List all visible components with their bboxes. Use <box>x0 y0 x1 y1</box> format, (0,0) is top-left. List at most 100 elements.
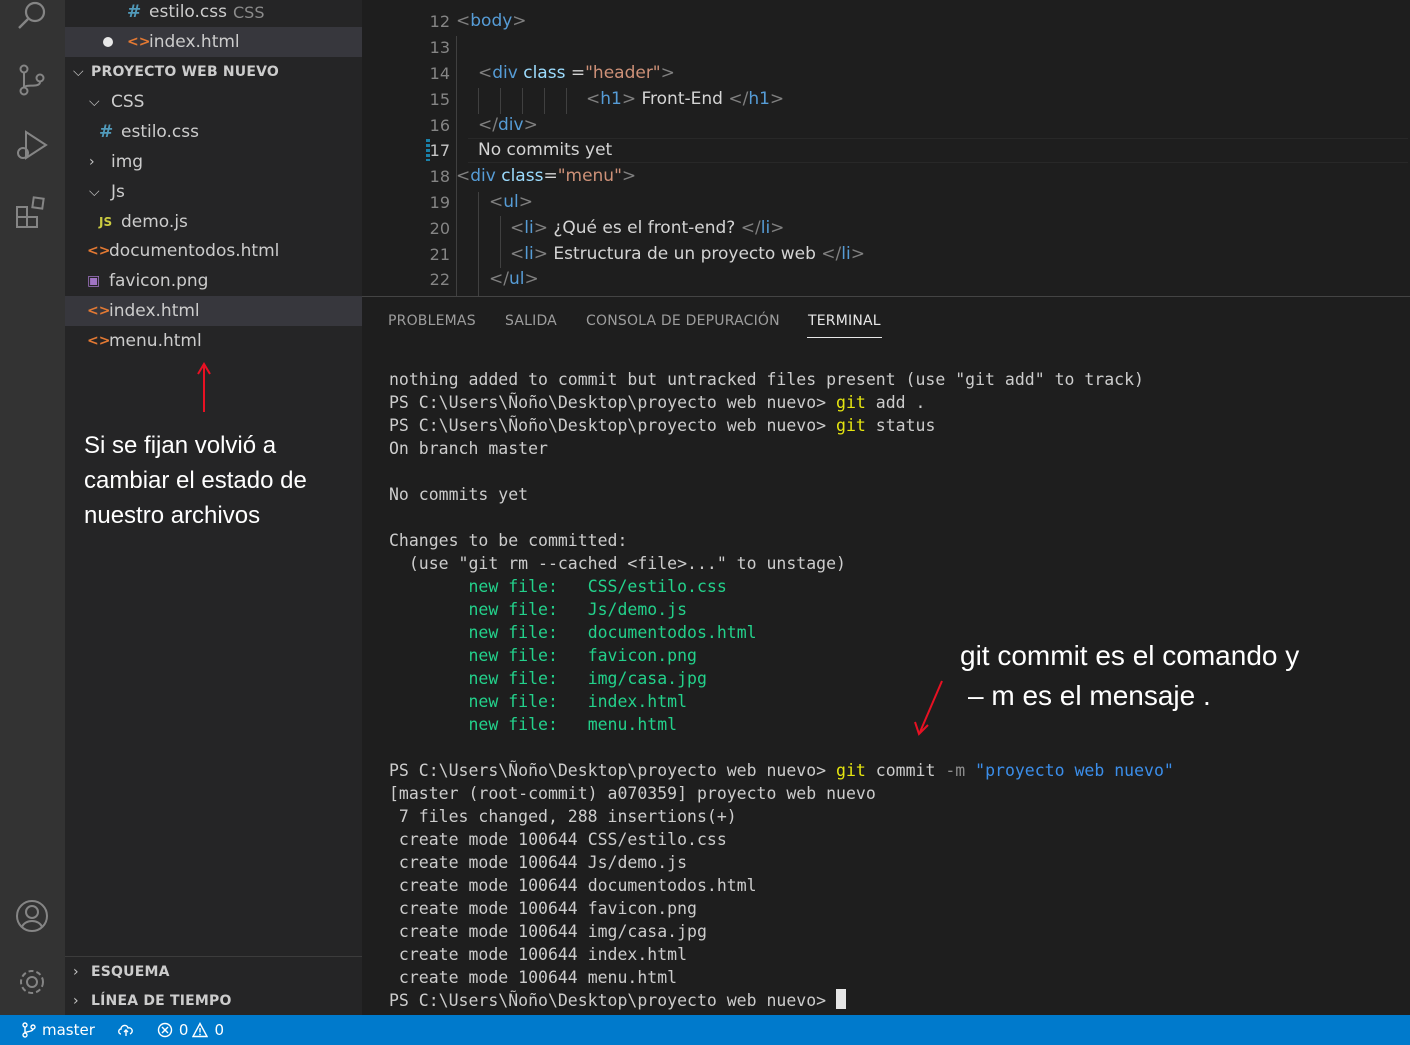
line-number: 15 <box>429 90 450 109</box>
extensions-icon[interactable] <box>14 194 50 230</box>
account-icon[interactable] <box>14 898 50 934</box>
file-demo-js[interactable]: JS demo.js <box>65 207 362 237</box>
code-token: "menu" <box>557 166 622 186</box>
open-editor-index-html[interactable]: <> index.html <box>65 27 362 57</box>
code-line: <h1> Front-End </h1> <box>586 89 785 109</box>
code-line: <ul> <box>489 192 533 212</box>
html-file-icon: <> <box>87 303 111 319</box>
terminal-line: new file: index.html <box>389 692 688 711</box>
code-line: <body> <box>456 11 527 31</box>
tree-item-label: estilo.css <box>121 122 199 142</box>
tree-item-label: CSS <box>111 92 145 112</box>
line-number: 13 <box>429 38 450 57</box>
code-token: ¿Qué es el front-end? <box>547 218 741 238</box>
tree-item-label: demo.js <box>121 212 188 232</box>
file-estilo-css[interactable]: # estilo.css <box>65 117 362 147</box>
terminal-prompt[interactable]: PS C:\Users\Ñoño\Desktop\proyecto web nu… <box>389 989 847 1012</box>
line-number: 18 <box>429 167 450 186</box>
tree-item-label: menu.html <box>109 331 202 351</box>
file-favicon-png[interactable]: ▣ favicon.png <box>65 266 362 296</box>
terminal-line: PS C:\Users\Ñoño\Desktop\proyecto web nu… <box>389 416 936 435</box>
indent-guide <box>522 88 523 114</box>
tree-item-label: documentodos.html <box>109 241 280 261</box>
terminal-line: On branch master <box>389 439 548 458</box>
code-token: Front-End <box>636 89 729 109</box>
indent-guide <box>478 88 479 114</box>
css-file-icon: # <box>127 2 142 22</box>
terminal-line: [master (root-commit) a070359] proyecto … <box>389 784 876 803</box>
terminal-line: create mode 100644 favicon.png <box>389 899 697 918</box>
outline-section-header[interactable]: › ESQUEMA <box>65 957 362 987</box>
line-number: 20 <box>429 219 450 238</box>
tree-item-label: Js <box>111 182 125 202</box>
project-title: PROYECTO WEB NUEVO <box>91 64 280 80</box>
folder-img[interactable]: › img <box>65 147 362 177</box>
terminal-line: No commits yet <box>389 485 529 504</box>
html-file-icon: <> <box>87 333 111 349</box>
branch-name: master <box>42 1021 95 1039</box>
problems-indicator[interactable]: 0 0 <box>157 1021 224 1039</box>
chevron-down-icon: ⌵ <box>73 64 84 80</box>
tree-item-label: img <box>111 152 144 172</box>
tab-terminal[interactable]: TERMINAL <box>808 313 881 329</box>
gear-icon[interactable] <box>14 964 50 1000</box>
file-documentodos-html[interactable]: <> documentodos.html <box>65 236 362 266</box>
tab-consola-depuracion[interactable]: CONSOLA DE DEPURACIÓN <box>586 313 780 329</box>
terminal-line: Changes to be committed: <box>389 531 628 550</box>
unsaved-dot-icon <box>103 37 113 47</box>
line-number: 12 <box>429 12 450 31</box>
annotation-right-line1: git commit es el comando y <box>960 640 1300 671</box>
indent-guide <box>500 88 501 114</box>
indent-guide <box>566 88 567 114</box>
source-control-icon[interactable] <box>14 62 50 98</box>
tab-problemas[interactable]: PROBLEMAS <box>388 313 476 329</box>
line-number: 14 <box>429 64 450 83</box>
terminal-line: 7 files changed, 288 insertions(+) <box>389 807 737 826</box>
code-line: </div> <box>478 115 538 135</box>
tab-salida[interactable]: SALIDA <box>505 313 557 329</box>
error-icon <box>157 1022 173 1038</box>
folder-css[interactable]: ⌵ CSS <box>65 87 362 117</box>
code-line: <div class="menu"> <box>456 166 637 186</box>
open-editor-estilo-css[interactable]: # estilo.css CSS <box>65 0 362 27</box>
branch-indicator[interactable]: master <box>22 1021 95 1039</box>
cloud-upload-icon <box>117 1024 133 1036</box>
terminal-line: create mode 100644 img/casa.jpg <box>389 922 707 941</box>
sidebar-divider <box>65 956 362 957</box>
tree-item-label: favicon.png <box>109 271 209 291</box>
line-number: 16 <box>429 116 450 135</box>
annotation-right-line2: – m es el mensaje . <box>968 680 1211 711</box>
indent-guide <box>544 88 545 114</box>
file-menu-html[interactable]: <> menu.html <box>65 326 362 356</box>
chevron-right-icon: › <box>73 993 79 1009</box>
folder-js[interactable]: ⌵ Js <box>65 177 362 207</box>
terminal-line: create mode 100644 CSS/estilo.css <box>389 830 727 849</box>
terminal-line: new file: favicon.png <box>389 646 697 665</box>
code-token: body <box>470 11 513 31</box>
terminal-line: (use "git rm --cached <file>..." to unst… <box>389 554 846 573</box>
terminal-line: new file: menu.html <box>389 715 678 734</box>
terminal-line: create mode 100644 documentodos.html <box>389 876 757 895</box>
indent-guide <box>500 216 501 268</box>
run-debug-icon[interactable] <box>14 128 50 164</box>
sync-button[interactable] <box>117 1023 141 1037</box>
terminal-line: create mode 100644 menu.html <box>389 968 678 987</box>
file-index-html[interactable]: <> index.html <box>65 296 362 326</box>
terminal-line: nothing added to commit but untracked fi… <box>389 370 1144 389</box>
terminal-line: new file: img/casa.jpg <box>389 669 707 688</box>
line-number: 21 <box>429 245 450 264</box>
code-line-current: No commits yet <box>478 140 613 160</box>
warning-icon <box>192 1022 209 1038</box>
project-section-header[interactable]: ⌵ PROYECTO WEB NUEVO <box>65 57 362 87</box>
image-file-icon: ▣ <box>87 273 101 289</box>
code-line: <li> Estructura de un proyecto web </li> <box>510 244 865 264</box>
timeline-section-header[interactable]: › LÍNEA DE TIEMPO <box>65 986 362 1016</box>
active-tab-indicator <box>807 337 882 338</box>
error-count: 0 <box>178 1021 189 1039</box>
chevron-down-icon: ⌵ <box>89 94 100 110</box>
search-icon[interactable] <box>14 0 50 36</box>
indent-guide <box>478 192 479 296</box>
html-file-icon: <> <box>127 34 151 50</box>
code-line: <li> ¿Qué es el front-end? </li> <box>510 218 785 238</box>
line-number: 19 <box>429 193 450 212</box>
